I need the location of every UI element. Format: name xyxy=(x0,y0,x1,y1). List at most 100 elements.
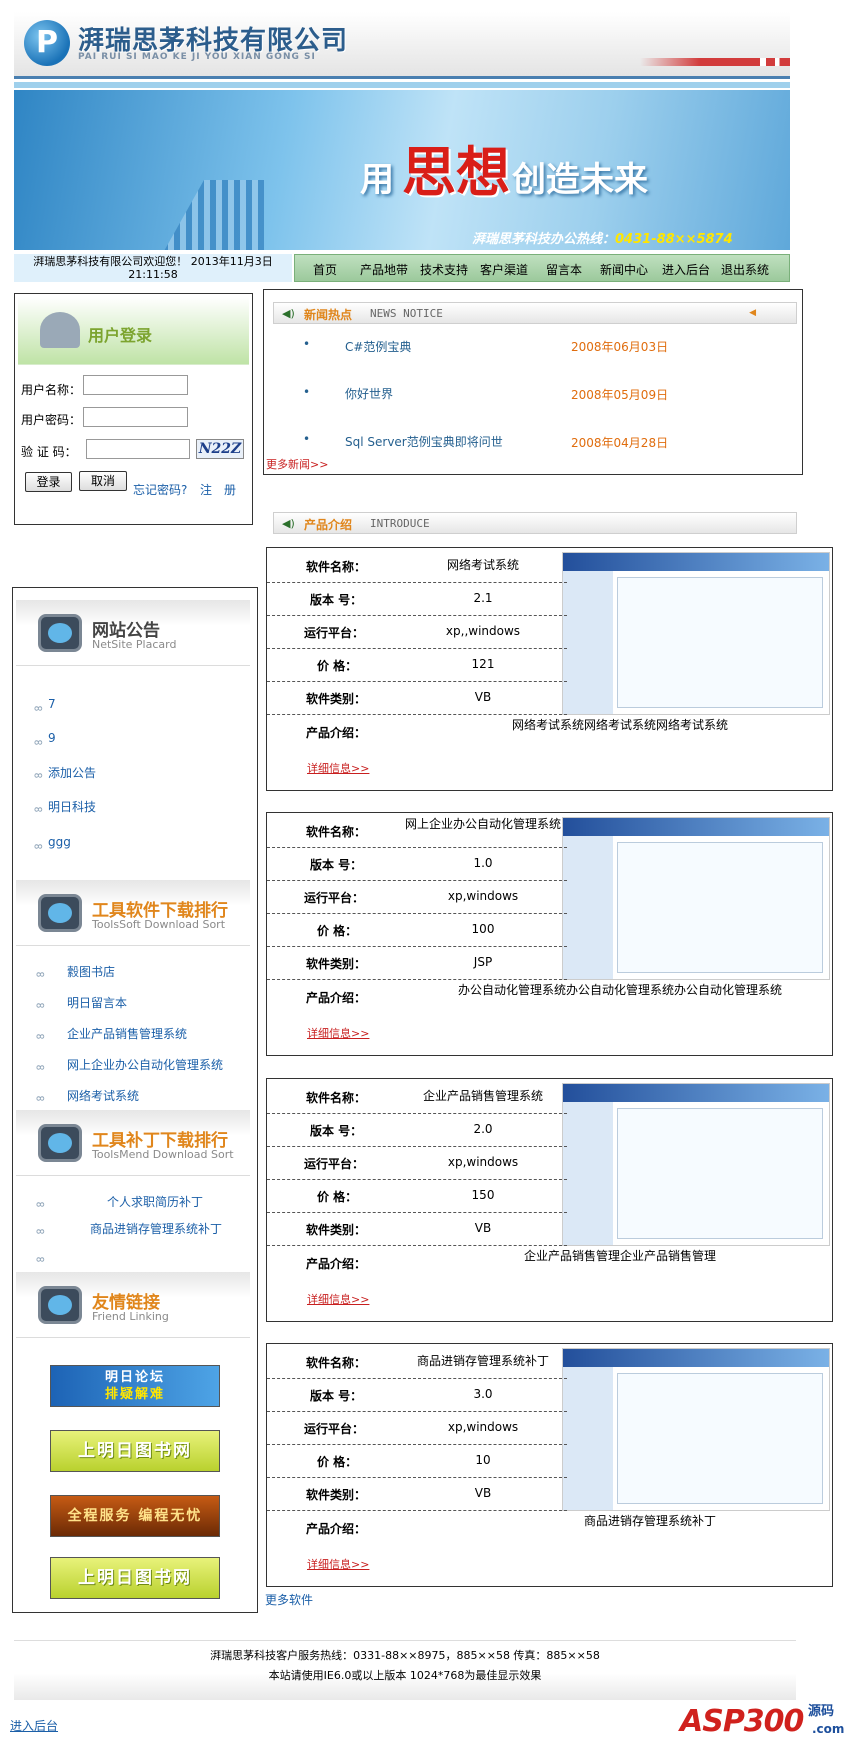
download-item[interactable]: 网络考试系统 xyxy=(67,1087,139,1104)
speech-icon: ᢁ xyxy=(36,1254,45,1267)
product-field-label: 运行平台： xyxy=(304,891,365,905)
link-badge-service[interactable]: 全程服务 编程无忧 xyxy=(50,1495,220,1537)
product-field-value: 网上企业办公自动化管理系统 xyxy=(404,817,561,831)
company-pinyin: PAI RUI SI MAO KE JI YOU XIAN GONG SI xyxy=(78,52,316,62)
bullet-icon: • xyxy=(303,337,311,351)
product-field-label: 软件名称： xyxy=(306,560,367,574)
tv-icon xyxy=(38,614,82,652)
screenshot-tb xyxy=(563,818,829,836)
placard-item[interactable]: ggg xyxy=(48,835,71,849)
more-news-link[interactable]: 更多新闻>> xyxy=(266,456,328,472)
speaker-icon: ◀) xyxy=(282,517,295,530)
nav-logout[interactable]: 退出系统 xyxy=(721,261,769,278)
product-row: 版本 号： 2.0 xyxy=(267,1114,567,1147)
badge-line: 排疑解难 xyxy=(104,1387,165,1402)
product-detail-link[interactable]: 详细信息>> xyxy=(307,1556,369,1572)
product-row: 价 格： 10 xyxy=(267,1445,567,1478)
cancel-button[interactable]: 取消 xyxy=(79,471,127,491)
links-title-en: Friend Linking xyxy=(92,1310,169,1323)
patch-item[interactable]: 商品进销存管理系统补丁 xyxy=(90,1220,222,1237)
product-detail-link[interactable]: 详细信息>> xyxy=(307,760,369,776)
product-row: 软件名称： 网络考试系统 xyxy=(267,550,567,583)
banner-hotline: 湃瑞思茅科技办公热线：0431-88××5874 xyxy=(472,228,733,247)
link-badge-books[interactable]: 上明日图书网 xyxy=(50,1430,220,1472)
forgot-password-link[interactable]: 忘记密码? xyxy=(133,481,187,498)
product-field-value: 121 xyxy=(471,657,495,671)
password-input[interactable] xyxy=(83,407,188,427)
speech-icon: ᢁ xyxy=(34,804,43,817)
download-item[interactable]: 企业产品销售管理系统 xyxy=(67,1025,187,1042)
product-field-label: 软件类别： xyxy=(306,692,367,706)
bullet-icon: • xyxy=(303,385,311,399)
login-button[interactable]: 登录 xyxy=(25,472,72,492)
download-item[interactable]: 明日留言本 xyxy=(67,994,127,1011)
news-item-date: 2008年04月28日 xyxy=(571,436,669,450)
company-logo: P xyxy=(24,20,70,66)
nav-admin[interactable]: 进入后台 xyxy=(662,261,710,278)
product-field-label: 版本 号： xyxy=(310,1389,363,1403)
product-field-value: 企业产品销售管理系统 xyxy=(422,1089,543,1103)
placard-item[interactable]: 7 xyxy=(48,697,56,711)
product-card: 软件名称： 企业产品销售管理系统 版本 号： 2.0 运行平台： xp,windows 价 … xyxy=(266,1078,833,1322)
speech-icon: ᢁ xyxy=(34,770,43,783)
news-item-title[interactable]: C#范例宝典 xyxy=(345,338,411,355)
placard-item[interactable]: 明日科技 xyxy=(48,798,96,815)
footer-browser-note: 本站请使用IE6.0或以上版本 1024*768为最佳显示效果 xyxy=(268,1669,542,1682)
screenshot-tb xyxy=(563,1349,829,1367)
more-software-link[interactable]: 更多软件 xyxy=(265,1591,313,1608)
product-field-label: 价 格： xyxy=(317,1455,358,1469)
nav-support[interactable]: 技术支持 xyxy=(420,261,468,278)
product-field-label: 版本 号： xyxy=(310,593,363,607)
news-item-title[interactable]: Sql Server范例宝典即将问世 xyxy=(345,433,503,450)
captcha-image[interactable]: N22Z xyxy=(196,439,244,459)
admin-link[interactable]: 进入后台 xyxy=(10,1717,58,1734)
user-avatar-icon xyxy=(40,312,80,348)
welcome-time: 21:11:58 xyxy=(128,268,178,281)
product-intro-label: 产品介绍： xyxy=(306,1522,367,1536)
product-row: 版本 号： 2.1 xyxy=(267,583,567,616)
downloads-header: 工具软件下载排行 ToolsSoft Download Sort xyxy=(16,880,250,946)
download-item[interactable]: 网上企业办公自动化管理系统 xyxy=(67,1056,223,1073)
nav-guestbook[interactable]: 留言本 xyxy=(546,261,582,278)
product-field-value: 1.0 xyxy=(473,856,493,870)
username-input[interactable] xyxy=(83,375,188,395)
link-badge-books-2[interactable]: 上明日图书网 xyxy=(50,1557,220,1599)
tv-icon xyxy=(38,1286,82,1324)
links-header: 友情链接 Friend Linking xyxy=(16,1272,250,1338)
nav-products[interactable]: 产品地带 xyxy=(360,261,408,278)
nav-home[interactable]: 首页 xyxy=(313,261,337,278)
link-badge-forum[interactable]: 明日论坛 排疑解难 xyxy=(50,1365,220,1407)
main-nav: 首页 产品地带 技术支持 客户渠道 留言本 新闻中心 进入后台 退出系统 xyxy=(294,254,790,282)
tv-icon xyxy=(38,894,82,932)
product-intro-label: 产品介绍： xyxy=(306,991,367,1005)
download-item[interactable]: 縠图书店 xyxy=(67,963,115,980)
product-field-value: VB xyxy=(474,1486,492,1500)
product-field-label: 版本 号： xyxy=(310,858,363,872)
product-screenshot xyxy=(562,1083,830,1246)
captcha-input[interactable] xyxy=(86,439,190,459)
product-detail-link[interactable]: 详细信息>> xyxy=(307,1025,369,1041)
patch-item[interactable]: 个人求职简历补丁 xyxy=(107,1193,203,1210)
product-field-value: 10 xyxy=(475,1453,491,1467)
product-field-value: 150 xyxy=(471,1188,495,1202)
nav-channels[interactable]: 客户渠道 xyxy=(480,261,528,278)
screenshot-side xyxy=(563,836,613,979)
product-field-value: 网络考试系统 xyxy=(446,558,519,572)
product-field-label: 软件类别： xyxy=(306,1223,367,1237)
welcome-text: 湃瑞思茅科技有限公司欢迎您！ 2013年11月3日 xyxy=(33,255,273,268)
speech-icon: ᢁ xyxy=(36,1226,45,1239)
product-row: 软件类别： VB xyxy=(267,1213,567,1246)
placard-item[interactable]: 添加公告 xyxy=(48,764,96,781)
nav-news[interactable]: 新闻中心 xyxy=(600,261,648,278)
product-row: 软件类别： JSP xyxy=(267,947,567,980)
product-field-label: 软件名称： xyxy=(306,1356,367,1370)
product-row: 价 格： 150 xyxy=(267,1180,567,1213)
tv-icon xyxy=(38,1124,82,1162)
product-detail-link[interactable]: 详细信息>> xyxy=(307,1291,369,1307)
placard-item[interactable]: 9 xyxy=(48,731,56,745)
product-row: 版本 号： 1.0 xyxy=(267,848,567,881)
register-link[interactable]: 注 册 xyxy=(200,481,236,498)
product-intro-text: 企业产品销售管理企业产品销售管理 xyxy=(523,1249,716,1263)
hotline-label: 湃瑞思茅科技办公热线： xyxy=(472,232,616,247)
news-item-title[interactable]: 你好世界 xyxy=(345,385,393,402)
